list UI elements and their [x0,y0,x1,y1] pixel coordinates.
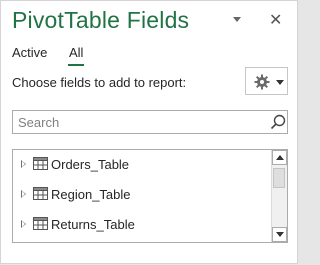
pane-options-chevron-down-icon[interactable] [233,17,241,22]
field-row-returns-table[interactable]: Returns_Table [13,214,271,236]
field-row-orders-table[interactable]: Orders_Table [13,154,271,176]
search-input[interactable] [18,114,258,130]
chevron-down-icon [276,80,284,85]
tab-active[interactable]: Active [12,45,47,60]
vertical-scrollbar[interactable] [271,150,287,242]
field-label: Region_Table [51,187,131,202]
tab-all[interactable]: All [69,45,83,60]
selected-tab-indicator [68,64,84,66]
search-box[interactable] [12,110,288,134]
scroll-thumb[interactable] [273,168,285,188]
field-label: Returns_Table [51,217,135,232]
expand-arrow-icon[interactable] [21,160,26,168]
scroll-down-button[interactable] [272,227,287,242]
choose-fields-prompt: Choose fields to add to report: [12,75,187,90]
close-icon[interactable]: ✕ [269,10,282,29]
scroll-up-button[interactable] [272,150,287,165]
expand-arrow-icon[interactable] [21,190,26,198]
pivottable-fields-pane: PivotTable Fields ✕ Active All Choose fi… [0,0,298,264]
gear-icon [254,74,270,90]
field-label: Orders_Table [51,157,130,172]
search-icon[interactable] [270,114,286,130]
tools-button[interactable] [245,67,288,95]
field-list: Orders_Table Region_Table Returns_Table [12,149,288,243]
table-icon [33,217,48,230]
expand-arrow-icon[interactable] [21,220,26,228]
table-icon [33,157,48,170]
field-row-region-table[interactable]: Region_Table [13,184,271,206]
table-icon [33,187,48,200]
pane-title: PivotTable Fields [12,7,190,33]
